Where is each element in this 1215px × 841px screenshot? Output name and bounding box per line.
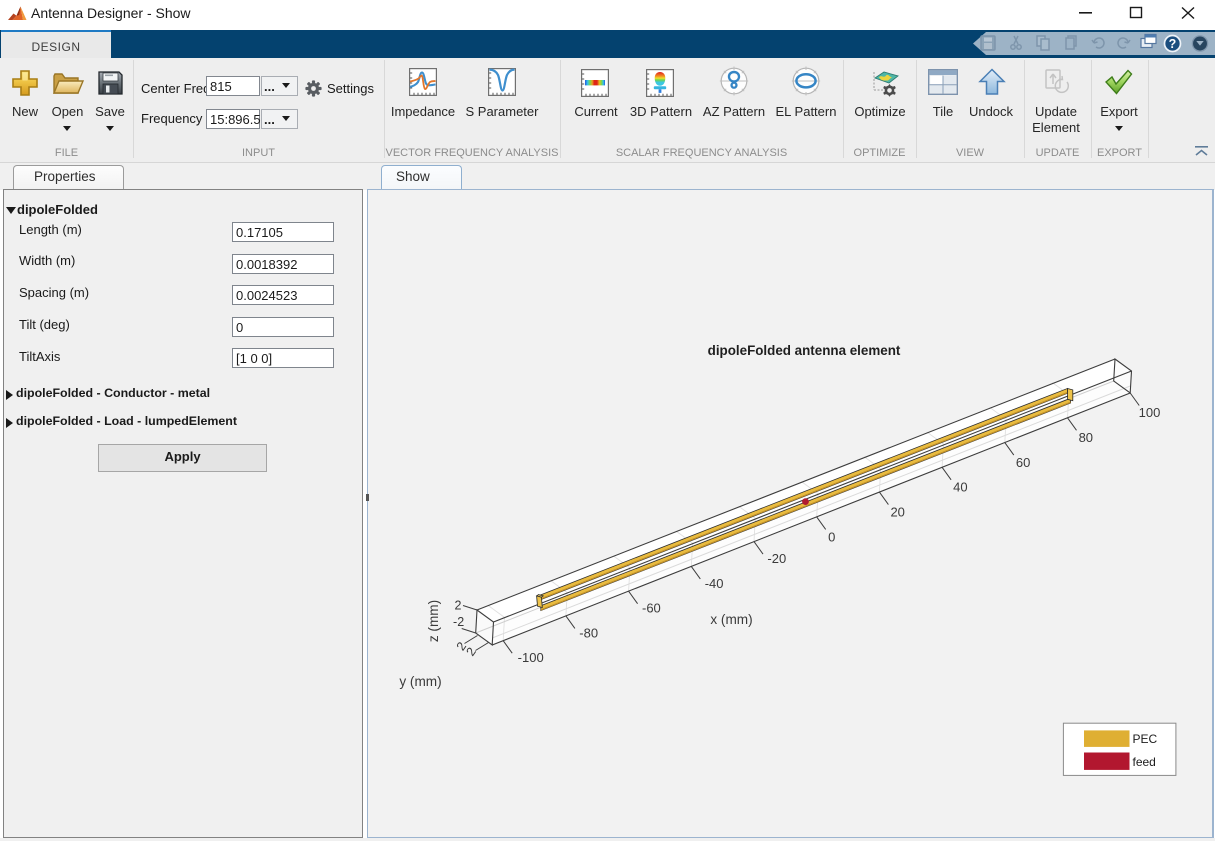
svg-text:80: 80 (1079, 430, 1093, 445)
svg-text:z (mm): z (mm) (426, 600, 441, 642)
svg-text:PEC: PEC (1133, 732, 1158, 746)
svg-text:-20: -20 (767, 551, 786, 566)
svg-text:feed: feed (1133, 755, 1156, 769)
svg-text:60: 60 (1016, 455, 1030, 470)
svg-text:?: ? (1169, 37, 1177, 51)
svg-text:dipoleFolded antenna element: dipoleFolded antenna element (708, 343, 901, 358)
svg-text:-100: -100 (518, 650, 544, 665)
svg-text:100: 100 (1139, 405, 1161, 420)
svg-text:0: 0 (828, 529, 835, 544)
svg-text:2: 2 (463, 645, 478, 659)
svg-text:-60: -60 (642, 601, 661, 616)
svg-text:2: 2 (455, 599, 462, 613)
svg-text:40: 40 (953, 480, 967, 495)
svg-text:y (mm): y (mm) (399, 674, 441, 689)
svg-text:x (mm): x (mm) (710, 612, 752, 627)
svg-text:20: 20 (890, 504, 904, 519)
svg-text:-2: -2 (453, 615, 464, 629)
svg-text:-40: -40 (705, 576, 724, 591)
svg-text:-80: -80 (579, 625, 598, 640)
